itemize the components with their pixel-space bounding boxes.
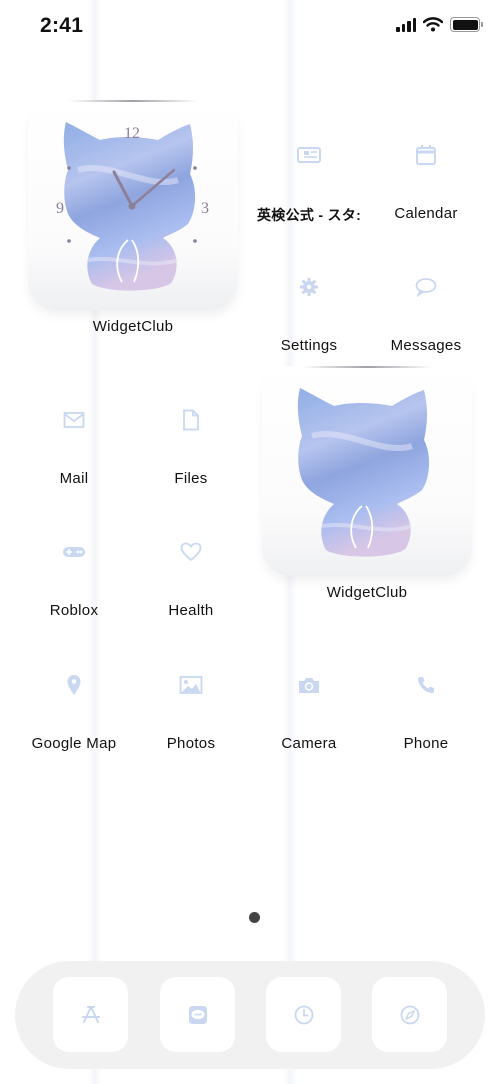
status-bar: 2:41 [0, 0, 500, 54]
app-phone[interactable]: Phone [367, 650, 485, 770]
phone-icon [413, 672, 439, 698]
app-label: Phone [403, 735, 449, 752]
cellular-signal-icon [396, 17, 416, 32]
app-store-icon [81, 1005, 100, 1023]
widget-label: WidgetClub [326, 584, 408, 601]
app-label: Camera [281, 735, 337, 752]
heart-icon [178, 539, 204, 565]
clock-icon [294, 1005, 313, 1024]
page-indicator-dot[interactable] [249, 912, 260, 923]
dock-app-store[interactable] [53, 977, 128, 1052]
app-label: Google Map [31, 735, 117, 752]
dock-line[interactable] [160, 977, 235, 1052]
app-messages[interactable]: Messages [367, 252, 485, 372]
app-label: Settings [280, 337, 338, 354]
speech-bubble-icon [413, 274, 439, 300]
app-photos[interactable]: Photos [132, 650, 250, 770]
widget-clock[interactable]: 12 3 9 WidgetClub [28, 100, 238, 340]
clock-numeral-12: 12 [124, 125, 140, 142]
app-label: Mail [59, 470, 89, 487]
app-settings[interactable]: Settings [250, 252, 368, 372]
clock-numeral-9: 9 [56, 200, 64, 217]
app-health[interactable]: Health [132, 517, 250, 637]
app-label: Health [168, 602, 214, 619]
status-icons [396, 17, 483, 32]
cat-sky-clock-icon: 12 3 9 [56, 122, 209, 291]
envelope-icon [61, 407, 87, 433]
dock-clock[interactable] [266, 977, 341, 1052]
app-files[interactable]: Files [132, 385, 250, 505]
app-label: Roblox [49, 602, 99, 619]
dock [15, 961, 485, 1069]
app-label: Calendar [394, 205, 458, 222]
widget-card [262, 366, 472, 576]
camera-icon [296, 672, 322, 698]
battery-full-icon [450, 17, 483, 32]
app-eiken[interactable]: 英検公式 - スタ: [250, 120, 368, 240]
line-chat-icon [188, 1005, 207, 1024]
news-card-icon [296, 142, 322, 168]
document-icon [178, 407, 204, 433]
clock-numeral-3: 3 [201, 200, 209, 217]
app-label: 英検公式 - スタ: [256, 207, 362, 223]
compass-icon [400, 1005, 419, 1024]
widget-card: 12 3 9 [28, 100, 238, 310]
gear-icon [296, 274, 322, 300]
app-google-map[interactable]: Google Map [15, 650, 133, 770]
app-label: Photos [166, 735, 216, 752]
status-time: 2:41 [40, 14, 84, 37]
app-mail[interactable]: Mail [15, 385, 133, 505]
widget-photo[interactable]: WidgetClub [262, 366, 472, 606]
calendar-icon [413, 142, 439, 168]
app-camera[interactable]: Camera [250, 650, 368, 770]
widget-label: WidgetClub [92, 318, 174, 335]
dock-safari[interactable] [372, 977, 447, 1052]
map-pin-icon [61, 672, 87, 698]
app-roblox[interactable]: Roblox [15, 517, 133, 637]
app-label: Files [174, 470, 208, 487]
app-calendar[interactable]: Calendar [367, 120, 485, 240]
cat-sky-photo-icon [297, 388, 430, 557]
image-icon [178, 672, 204, 698]
gamepad-icon [61, 539, 87, 565]
app-label: Messages [390, 337, 462, 354]
wifi-icon [423, 17, 443, 32]
